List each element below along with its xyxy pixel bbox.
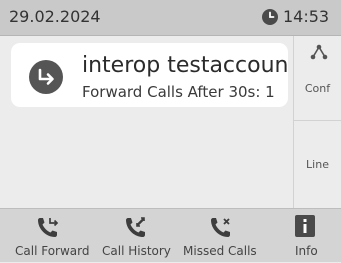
softkey-label: Missed Calls: [183, 244, 257, 258]
missed-calls-icon: [211, 218, 230, 237]
softkey-label: Call History: [102, 244, 171, 258]
line-label: Line: [306, 158, 329, 171]
softkey-missed-calls[interactable]: Missed Calls: [176, 209, 266, 263]
info-icon: [295, 215, 315, 237]
call-card[interactable]: interop testaccount Forward Calls After …: [11, 43, 288, 107]
line-button[interactable]: Line: [294, 122, 341, 207]
softkey-call-history[interactable]: Call History: [88, 209, 176, 263]
conference-icon: [310, 44, 328, 60]
softkey-label: Info: [295, 244, 318, 258]
softkey-bar: Call Forward Call History Missed Calls I…: [0, 208, 341, 262]
side-panel: Conf Line: [293, 36, 341, 208]
conf-label: Conf: [304, 82, 331, 95]
status-clock: 14:53: [262, 7, 329, 26]
call-forward-icon: [29, 60, 63, 94]
softkey-info[interactable]: Info: [266, 209, 341, 263]
status-date: 29.02.2024: [9, 7, 101, 26]
call-status: Forward Calls After 30s: 1: [82, 83, 275, 101]
call-history-icon: [126, 217, 145, 237]
clock-icon: [262, 8, 278, 25]
status-bar: 29.02.2024 14:53: [0, 0, 341, 36]
conf-button[interactable]: Conf: [294, 36, 341, 121]
status-time: 14:53: [283, 7, 330, 26]
main-area: interop testaccount Forward Calls After …: [0, 36, 341, 208]
call-name: interop testaccount: [82, 53, 288, 78]
call-forward-icon: [38, 218, 59, 237]
softkey-call-forward[interactable]: Call Forward: [0, 209, 90, 263]
softkey-label: Call Forward: [15, 244, 90, 258]
